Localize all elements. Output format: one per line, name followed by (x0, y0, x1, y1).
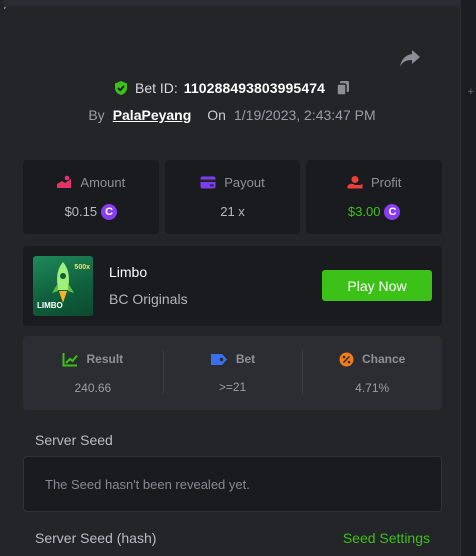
share-icon[interactable] (398, 48, 422, 70)
amount-icon (57, 175, 72, 188)
on-label: On (207, 107, 226, 123)
profit-stat: Profit $3.00 C (306, 160, 443, 234)
bet-value: >=21 (218, 380, 247, 394)
bet-tag-icon (210, 353, 227, 365)
thumbnail-brand: LIMBO (37, 301, 63, 310)
profit-icon (347, 176, 363, 189)
payout-icon (200, 176, 216, 189)
bet-stats: Amount $0.15 C Payout 21 x Profit $3.00 … (23, 160, 443, 234)
thumbnail-multiplier: 500x (74, 264, 90, 271)
bet-details-modal: Bet ID: 110288493803995474 By PalaPeyang… (4, 6, 460, 556)
server-seed-hash-label: Server Seed (hash) (35, 530, 157, 546)
bet-id-label: Bet ID: (135, 80, 178, 96)
amount-label: Amount (80, 174, 126, 190)
result-chart-icon (62, 352, 79, 366)
profit-label: Profit (371, 174, 402, 190)
amount-stat: Amount $0.15 C (23, 160, 159, 234)
by-label: By (88, 107, 105, 123)
amount-value: $0.15 (64, 204, 98, 219)
username-link[interactable]: PalaPeyang (113, 107, 192, 123)
payout-label: Payout (224, 175, 265, 190)
chance-stat: Chance 4.71% (302, 336, 442, 410)
coin-icon: C (384, 203, 401, 220)
bet-datetime: 1/19/2023, 2:43:47 PM (233, 107, 376, 123)
background-edge-right: + (460, 0, 476, 556)
result-label: Result (86, 352, 124, 366)
chance-value: 4.71% (355, 380, 390, 395)
result-value: 240.66 (74, 380, 112, 395)
background-tick: + (467, 86, 474, 98)
coin-icon: C (101, 203, 118, 220)
bet-meta-row: By PalaPeyang On 1/19/2023, 2:43:47 PM (4, 107, 460, 123)
payout-value: 21 x (220, 204, 245, 219)
server-seed-box: The Seed hasn't been revealed yet. (23, 456, 442, 512)
chance-percent-icon (339, 352, 354, 366)
seed-settings-link[interactable]: Seed Settings (343, 530, 430, 546)
limbo-game-thumbnail[interactable]: 500x LIMBO (33, 256, 93, 316)
copy-icon[interactable] (335, 80, 351, 96)
game-title: Limbo (109, 264, 148, 280)
game-provider: BC Originals (109, 291, 188, 307)
bet-label: Bet (235, 352, 256, 366)
verified-shield-icon (115, 81, 127, 95)
game-card: 500x LIMBO Limbo BC Originals Play Now (23, 246, 442, 326)
server-seed-text: The Seed hasn't been revealed yet. (45, 476, 250, 492)
profit-value: $3.00 (347, 204, 381, 219)
result-stat: Result 240.66 (23, 336, 163, 410)
play-now-button[interactable]: Play Now (322, 270, 432, 301)
result-panel: Result 240.66 Bet >=21 Chance 4.71% (23, 336, 442, 410)
chance-label: Chance (362, 352, 406, 366)
bet-id-value: 110288493803995474 (183, 80, 325, 96)
bet-id-row: Bet ID: 110288493803995474 (4, 80, 460, 96)
server-seed-label: Server Seed (35, 432, 113, 448)
bet-stat: Bet >=21 (162, 336, 303, 410)
payout-stat: Payout 21 x (164, 160, 301, 234)
